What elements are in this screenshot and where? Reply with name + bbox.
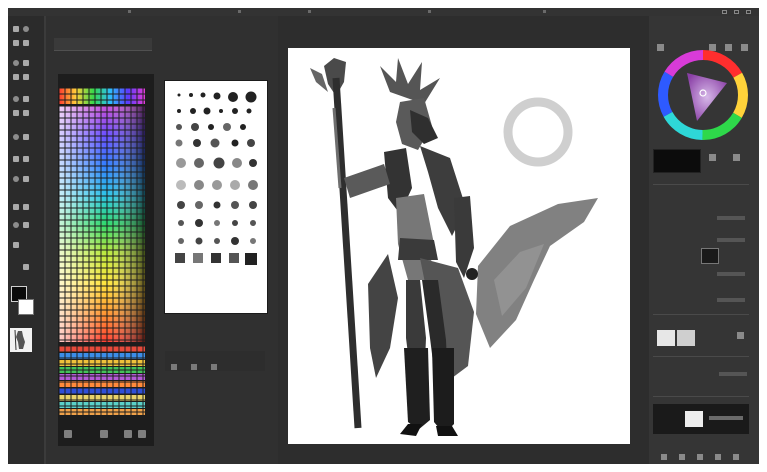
panel-divider: [653, 356, 749, 357]
brush-icon[interactable]: [23, 74, 29, 80]
fill-slider[interactable]: [719, 372, 747, 376]
opacity-slider[interactable]: [717, 216, 745, 220]
menu-item[interactable]: [308, 10, 311, 13]
trash-icon[interactable]: [733, 454, 739, 460]
minimize-icon[interactable]: [722, 10, 727, 14]
blur-icon[interactable]: [13, 134, 19, 140]
canvas-area: [278, 16, 649, 464]
artwork: [310, 58, 598, 436]
title-bar: [8, 8, 759, 16]
brush-presets-panel: [164, 80, 268, 371]
marquee-icon[interactable]: [23, 26, 29, 32]
layer-name: [709, 416, 743, 420]
new-layer-icon[interactable]: [715, 454, 721, 460]
crop-icon[interactable]: [13, 60, 19, 66]
stamp-icon[interactable]: [13, 96, 19, 102]
navigator-thumbnail[interactable]: [10, 328, 32, 352]
swatch-grid[interactable]: [59, 88, 145, 342]
menu-icon[interactable]: [138, 430, 146, 438]
fx-icon[interactable]: [661, 454, 667, 460]
more-tools-icon[interactable]: [13, 242, 19, 248]
panel-divider: [653, 184, 749, 185]
right-dock: [649, 16, 759, 464]
panel-divider: [653, 314, 749, 315]
swatch-stripes[interactable]: [59, 346, 145, 420]
smoothing-slider[interactable]: [717, 298, 745, 302]
brush-grid[interactable]: [169, 89, 263, 277]
lasso-icon[interactable]: [13, 40, 19, 46]
rotate-icon[interactable]: [13, 222, 19, 228]
eraser-icon[interactable]: [13, 110, 19, 116]
group-icon[interactable]: [697, 454, 703, 460]
close-icon[interactable]: [746, 10, 751, 14]
link-icon[interactable]: [737, 332, 744, 339]
shape-icon[interactable]: [23, 176, 29, 182]
color-wheel[interactable]: [657, 49, 749, 141]
gradient-icon[interactable]: [23, 110, 29, 116]
heal-icon[interactable]: [13, 74, 19, 80]
delete-brush-icon[interactable]: [211, 364, 217, 370]
hand-icon[interactable]: [13, 204, 19, 210]
new-swatch-icon[interactable]: [64, 430, 72, 438]
background-color-swatch[interactable]: [18, 299, 34, 315]
eyedropper-icon[interactable]: [23, 60, 29, 66]
swap-colors-icon[interactable]: [23, 264, 29, 270]
path-select-icon[interactable]: [13, 176, 19, 182]
maximize-icon[interactable]: [734, 10, 739, 14]
size-slider[interactable]: [717, 272, 745, 276]
zoom-icon[interactable]: [23, 204, 29, 210]
window-controls: [722, 8, 751, 16]
eyedropper-icon[interactable]: [709, 154, 716, 161]
menu-item[interactable]: [238, 10, 241, 13]
swap-icon[interactable]: [733, 154, 740, 161]
pen-icon[interactable]: [13, 156, 19, 162]
move-icon[interactable]: [13, 26, 19, 32]
magic-wand-icon[interactable]: [23, 40, 29, 46]
flow-slider[interactable]: [717, 238, 745, 242]
tools-panel: [8, 16, 44, 464]
layer-thumbnail[interactable]: [657, 330, 675, 346]
current-color-bar[interactable]: [653, 149, 701, 173]
edit-toolbar-icon[interactable]: [23, 222, 29, 228]
swatches-dock: [46, 16, 278, 464]
menu-item[interactable]: [543, 10, 546, 13]
panel-divider: [653, 396, 749, 397]
delete-icon[interactable]: [124, 430, 132, 438]
mask-icon[interactable]: [679, 454, 685, 460]
layer-row-selected[interactable]: [653, 404, 749, 434]
swatches-panel: [58, 74, 154, 446]
menu-item[interactable]: [128, 10, 131, 13]
document-canvas[interactable]: [288, 48, 630, 444]
app-window: [8, 8, 759, 464]
layer-thumbnail[interactable]: [677, 330, 695, 346]
brush-settings-icon[interactable]: [171, 364, 177, 370]
dodge-icon[interactable]: [23, 134, 29, 140]
history-brush-icon[interactable]: [23, 96, 29, 102]
menu-item[interactable]: [428, 10, 431, 13]
dock-tabs[interactable]: [54, 38, 152, 51]
brush-preview: [701, 248, 719, 264]
folder-icon[interactable]: [100, 430, 108, 438]
layer-thumbnail: [685, 411, 703, 427]
type-icon[interactable]: [23, 156, 29, 162]
new-brush-icon[interactable]: [191, 364, 197, 370]
